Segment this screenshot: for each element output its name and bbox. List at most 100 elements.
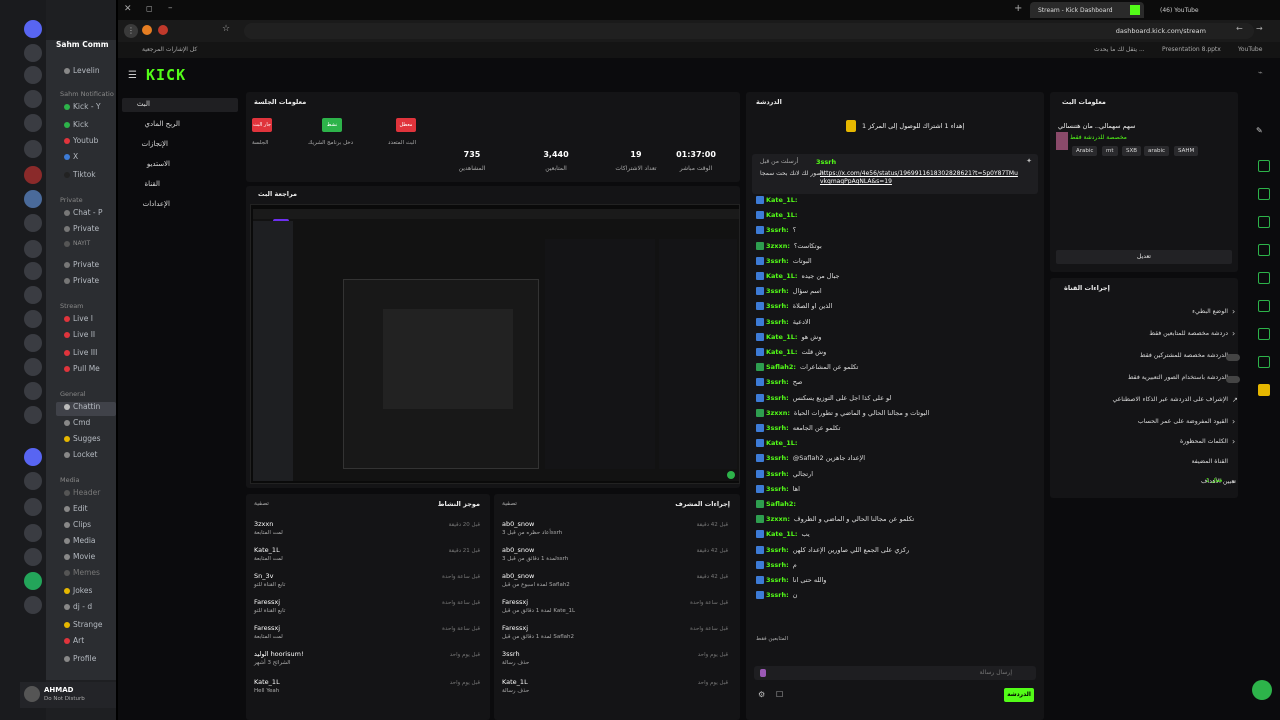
discord-home-icon[interactable] xyxy=(24,20,42,38)
chat-username[interactable]: 3ssrh: xyxy=(766,302,789,310)
channel-item[interactable]: dj - d xyxy=(56,602,116,616)
layout-icon[interactable] xyxy=(1258,300,1270,312)
action-followers-only[interactable]: دردشة مخصصة للمتابعين فقط xyxy=(1048,330,1228,344)
chat-username[interactable]: 3zxxn: xyxy=(766,515,790,523)
chat-username[interactable]: Kate_1L: xyxy=(766,333,797,341)
emotes-only-toggle[interactable] xyxy=(1226,376,1240,383)
chat-username[interactable]: 3ssrh: xyxy=(766,591,789,599)
chat-username[interactable]: Kate_1L: xyxy=(766,530,797,538)
pin-icon[interactable]: ✦ xyxy=(1026,157,1032,165)
forward-icon[interactable]: → xyxy=(1256,24,1263,33)
chat-username[interactable]: Kate_1L: xyxy=(766,211,797,219)
new-tab-icon[interactable]: + xyxy=(1014,3,1022,14)
server-icon[interactable] xyxy=(24,472,42,490)
filter-button[interactable]: تصفية xyxy=(502,500,517,507)
tag[interactable]: SXB xyxy=(1122,146,1142,156)
channel-item[interactable]: Live I xyxy=(56,314,116,328)
server-icon[interactable] xyxy=(24,382,42,400)
chat-username[interactable]: 3ssrh: xyxy=(766,378,789,386)
hamburger-icon[interactable]: ☰ xyxy=(128,70,137,81)
server-icon[interactable] xyxy=(24,548,42,566)
chat-username[interactable]: 3ssrh: xyxy=(766,287,789,295)
channel-item[interactable]: Strange xyxy=(56,620,116,634)
pinned-message[interactable]: أرسلت من قبل 3ssrh اصور لك لانك بحت سمجا… xyxy=(752,154,1038,194)
chat-username[interactable]: 3ssrh: xyxy=(766,470,789,478)
server-icon[interactable] xyxy=(24,166,42,184)
server-icon[interactable] xyxy=(24,498,42,516)
channel-item[interactable]: Tiktok xyxy=(56,170,116,184)
url-bar[interactable]: dashboard.kick.com/stream xyxy=(244,23,1254,39)
channel-item[interactable]: Media xyxy=(56,536,116,550)
stream-category[interactable]: مخصصة للدردشة فقط xyxy=(1070,134,1127,141)
tag[interactable]: SAHM xyxy=(1174,146,1199,156)
filter-button[interactable]: تصفية xyxy=(254,500,269,507)
server-icon[interactable] xyxy=(24,190,42,208)
chat-username[interactable]: 3ssrh: xyxy=(766,454,789,462)
user-panel[interactable]: AHMAD Do Not Disturb xyxy=(20,682,116,708)
chat-bubble-icon[interactable] xyxy=(1258,244,1270,256)
server-icon[interactable] xyxy=(24,66,42,84)
chat-username[interactable]: Kate_1L: xyxy=(766,348,797,356)
channel-item-active[interactable]: Chattin xyxy=(56,402,116,416)
chat-username[interactable]: 3ssrh: xyxy=(766,424,789,432)
channel-item[interactable]: Header xyxy=(56,488,116,502)
channel-item[interactable]: Youtub xyxy=(56,136,116,150)
help-chat-icon[interactable] xyxy=(1252,680,1272,700)
link-icon[interactable] xyxy=(1258,272,1270,284)
server-name[interactable]: Sahm Comm xyxy=(56,40,116,49)
bookmark-item[interactable]: Presentation 8.pptx xyxy=(1162,46,1221,53)
server-icon[interactable] xyxy=(24,90,42,108)
subscribers-only-toggle[interactable] xyxy=(1226,354,1240,361)
channel-item[interactable]: Pull Me xyxy=(56,364,116,378)
tab-youtube[interactable]: (46) YouTube xyxy=(1150,2,1250,18)
extension-icon[interactable] xyxy=(142,25,152,35)
server-icon[interactable] xyxy=(24,334,42,352)
server-icon[interactable] xyxy=(24,114,42,132)
category-label[interactable]: General xyxy=(60,390,86,398)
chevron-right-icon[interactable]: › xyxy=(1232,417,1235,426)
send-chat-button[interactable]: الدردشة xyxy=(1004,688,1034,702)
channel-item[interactable]: Private xyxy=(56,260,116,274)
channel-item[interactable]: Kick xyxy=(56,120,116,134)
nav-item-settings[interactable]: الإعدادات xyxy=(143,200,170,214)
action-host-channel[interactable]: القناة المضيفة xyxy=(1168,458,1228,472)
voice-user[interactable]: NAYIT xyxy=(56,240,116,254)
chat-username[interactable]: 3zxxn: xyxy=(766,242,790,250)
channel-item[interactable]: Jokes xyxy=(56,586,116,600)
nav-item-achievements[interactable]: الإنجازات xyxy=(142,140,168,154)
star-icon[interactable]: ☆ xyxy=(222,24,230,34)
server-icon[interactable] xyxy=(24,44,42,62)
close-icon[interactable]: ✕ xyxy=(124,4,132,14)
bookmark-item[interactable]: YouTube xyxy=(1238,46,1262,53)
channel-item[interactable]: Art xyxy=(56,636,116,650)
chat-username[interactable]: 3ssrh: xyxy=(766,394,789,402)
server-icon[interactable] xyxy=(24,358,42,376)
chat-username[interactable]: Kate_1L: xyxy=(766,439,797,447)
avatar[interactable] xyxy=(24,686,40,702)
server-icon[interactable] xyxy=(24,240,42,258)
chat-username[interactable]: Saflah2: xyxy=(766,363,796,371)
channel-item[interactable]: Chat - P xyxy=(56,208,116,222)
category-label[interactable]: Sahm Notificatio xyxy=(60,90,114,98)
action-banned-words[interactable]: الكلمات المحظورة xyxy=(1048,438,1228,452)
chevron-right-icon[interactable]: › xyxy=(1232,477,1235,486)
channel-item[interactable]: Levelin xyxy=(56,66,116,80)
channel-item[interactable]: Kick - Y xyxy=(56,102,116,116)
chat-username[interactable]: 3ssrh: xyxy=(766,576,789,584)
tag[interactable]: arabic xyxy=(1144,146,1170,156)
server-icon[interactable] xyxy=(24,448,42,466)
menu-icon[interactable]: ⋮ xyxy=(124,24,138,38)
pinned-link[interactable]: https://x.com/4e56/status/19699116183028… xyxy=(820,170,1020,186)
server-icon[interactable] xyxy=(24,310,42,328)
pinned-user[interactable]: 3ssrh xyxy=(816,158,836,166)
chat-username[interactable]: 3ssrh: xyxy=(766,546,789,554)
kick-logo[interactable]: KICK xyxy=(146,66,186,84)
minimize-icon[interactable]: – xyxy=(168,3,173,13)
cast-icon[interactable]: ⌁ xyxy=(1258,68,1263,77)
channel-item[interactable]: Private xyxy=(56,276,116,290)
chat-username[interactable]: 3ssrh: xyxy=(766,226,789,234)
all-bookmarks[interactable]: كل الإشارات المرجعية xyxy=(142,46,197,53)
restore-icon[interactable]: ◻ xyxy=(146,4,153,13)
channel-item[interactable]: Locket xyxy=(56,450,116,464)
channel-item[interactable]: Cmd xyxy=(56,418,116,432)
